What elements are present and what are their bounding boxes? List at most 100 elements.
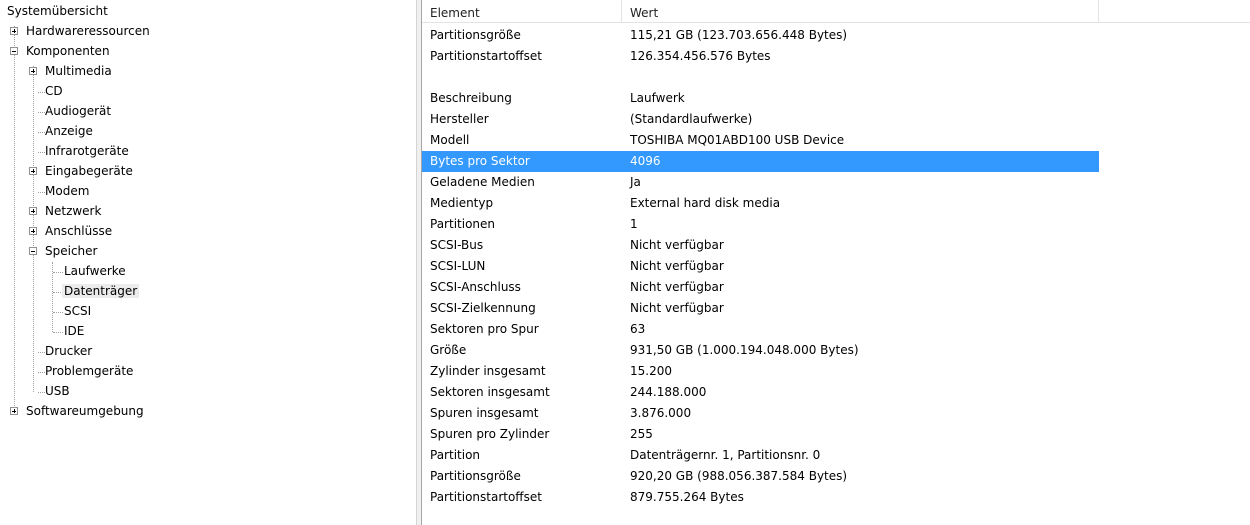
- list-row[interactable]: Partitionen 1: [422, 214, 1099, 235]
- category-tree[interactable]: Systemübersicht Hardwareressourcen Kompo…: [0, 0, 416, 525]
- tree-item-label: Speicher: [45, 244, 98, 258]
- expand-icon[interactable]: [10, 27, 18, 35]
- cell-wert: Nicht verfügbar: [630, 301, 724, 315]
- expand-icon[interactable]: [29, 67, 37, 75]
- cell-wert: 879.755.264 Bytes: [630, 490, 744, 504]
- expand-icon[interactable]: [10, 407, 18, 415]
- column-header-filler: [1099, 0, 1250, 23]
- tree-item-usb[interactable]: USB: [45, 381, 70, 401]
- tree-item-label: Eingabegeräte: [45, 164, 133, 178]
- cell-wert: 255: [630, 427, 653, 441]
- tree-item-datentraeger[interactable]: Datenträger: [62, 281, 140, 301]
- list-row[interactable]: SCSI-Anschluss Nicht verfügbar: [422, 277, 1099, 298]
- list-row[interactable]: Hersteller (Standardlaufwerke): [422, 109, 1099, 130]
- tree-item-hardwareressourcen[interactable]: Hardwareressourcen: [26, 21, 150, 41]
- cell-wert: Nicht verfügbar: [630, 259, 724, 273]
- cell-element: SCSI-Bus: [430, 238, 484, 252]
- tree-item-systemuebersicht[interactable]: Systemübersicht: [7, 1, 108, 21]
- tree-connector: [38, 392, 45, 393]
- cell-element: Sektoren insgesamt: [430, 385, 550, 399]
- expand-icon[interactable]: [29, 167, 37, 175]
- list-row[interactable]: Partitionstartoffset 879.755.264 Bytes: [422, 487, 1099, 508]
- list-row[interactable]: Partitionstartoffset 126.354.456.576 Byte…: [422, 46, 1099, 67]
- tree-item-laufwerke[interactable]: Laufwerke: [64, 261, 126, 281]
- list-row[interactable]: Spuren pro Zylinder 255: [422, 424, 1099, 445]
- tree-item-speicher[interactable]: Speicher: [45, 241, 97, 261]
- list-row[interactable]: Zylinder insgesamt 15.200: [422, 361, 1099, 382]
- list-row[interactable]: Modell TOSHIBA MQ01ABD100 USB Device: [422, 130, 1099, 151]
- collapse-icon[interactable]: [29, 247, 37, 255]
- cell-element: Partitionstartoffset: [430, 490, 542, 504]
- cell-wert: Nicht verfügbar: [630, 238, 724, 252]
- cell-element: Spuren insgesamt: [430, 406, 539, 420]
- tree-item-eingabegeraete[interactable]: Eingabegeräte: [45, 161, 133, 181]
- list-row-empty[interactable]: [422, 67, 1099, 88]
- tree-item-drucker[interactable]: Drucker: [45, 341, 92, 361]
- list-row[interactable]: Partitionsgröße 920,20 GB (988.056.387.58…: [422, 466, 1099, 487]
- tree-item-anschluesse[interactable]: Anschlüsse: [45, 221, 112, 241]
- cell-wert: 126.354.456.576 Bytes: [630, 49, 771, 63]
- cell-wert: 115,21 GB (123.703.656.448 Bytes): [630, 28, 848, 42]
- tree-item-multimedia[interactable]: Multimedia: [45, 61, 112, 81]
- tree-item-problemgeraete[interactable]: Problemgeräte: [45, 361, 133, 381]
- cell-element: Partitionsgröße: [430, 469, 521, 483]
- list-row[interactable]: SCSI-LUN Nicht verfügbar: [422, 256, 1099, 277]
- list-row[interactable]: Sektoren pro Spur 63: [422, 319, 1099, 340]
- cell-wert: 63: [630, 322, 646, 336]
- cell-wert: Laufwerk: [630, 91, 685, 105]
- tree-item-label: Hardwareressourcen: [26, 24, 150, 38]
- tree-item-label: Komponenten: [26, 44, 110, 58]
- tree-item-infrarotgeraete[interactable]: Infrarotgeräte: [45, 141, 129, 161]
- list-row[interactable]: Beschreibung Laufwerk: [422, 88, 1099, 109]
- tree-item-softwareumgebung[interactable]: Softwareumgebung: [26, 401, 144, 421]
- cell-wert: 15.200: [630, 364, 672, 378]
- column-header-element[interactable]: Element: [422, 0, 622, 23]
- expand-icon[interactable]: [29, 227, 37, 235]
- cell-wert: 244.188.000: [630, 385, 707, 399]
- list-row[interactable]: Partitionsgröße 115,21 GB (123.703.656.44…: [422, 25, 1099, 46]
- tree-item-anzeige[interactable]: Anzeige: [45, 121, 93, 141]
- list-row-selected[interactable]: Bytes pro Sektor 4096: [422, 151, 1099, 172]
- tree-item-netzwerk[interactable]: Netzwerk: [45, 201, 101, 221]
- list-row[interactable]: Größe 931,50 GB (1.000.194.048.000 Bytes): [422, 340, 1099, 361]
- details-list[interactable]: Element Wert Partitionsgröße 115,21 GB (1…: [422, 0, 1250, 525]
- tree-item-komponenten[interactable]: Komponenten: [26, 41, 110, 61]
- cell-wert: External hard disk media: [630, 196, 781, 210]
- tree-item-scsi[interactable]: SCSI: [64, 301, 91, 321]
- tree-item-audiogeraet[interactable]: Audiogerät: [45, 101, 111, 121]
- list-row[interactable]: Spuren insgesamt 3.876.000: [422, 403, 1099, 424]
- list-row[interactable]: Geladene Medien Ja: [422, 172, 1099, 193]
- tree-item-label: IDE: [64, 324, 85, 338]
- tree-connector: [14, 26, 15, 412]
- tree-item-label: Problemgeräte: [45, 364, 134, 378]
- tree-connector: [38, 152, 45, 153]
- tree-item-cd[interactable]: CD: [45, 81, 63, 101]
- column-header-wert[interactable]: Wert: [622, 0, 1099, 23]
- cell-wert: 3.876.000: [630, 406, 692, 420]
- list-row[interactable]: Partition Datenträgernr. 1, Partitionsnr.…: [422, 445, 1099, 466]
- list-row[interactable]: Medientyp External hard disk media: [422, 193, 1099, 214]
- tree-item-modem[interactable]: Modem: [45, 181, 89, 201]
- list-row[interactable]: SCSI-Bus Nicht verfügbar: [422, 235, 1099, 256]
- tree-item-label: USB: [45, 384, 70, 398]
- tree-item-label: Systemübersicht: [7, 4, 108, 18]
- tree-connector: [38, 352, 45, 353]
- list-row[interactable]: Sektoren insgesamt 244.188.000: [422, 382, 1099, 403]
- tree-item-label: CD: [45, 84, 63, 98]
- tree-item-label: Datenträger: [62, 284, 140, 298]
- tree-connector: [38, 372, 45, 373]
- cell-element: Hersteller: [430, 112, 489, 126]
- list-header: Element Wert: [422, 0, 1250, 24]
- expand-icon[interactable]: [29, 207, 37, 215]
- collapse-icon[interactable]: [10, 47, 18, 55]
- tree-connector: [38, 92, 45, 93]
- tree-connector: [53, 312, 63, 313]
- cell-wert: TOSHIBA MQ01ABD100 USB Device: [630, 133, 845, 147]
- tree-item-ide[interactable]: IDE: [64, 321, 84, 341]
- list-row[interactable]: SCSI-Zielkennung Nicht verfügbar: [422, 298, 1099, 319]
- tree-connector: [53, 272, 63, 273]
- cell-element: Sektoren pro Spur: [430, 322, 539, 336]
- cell-wert: Nicht verfügbar: [630, 280, 724, 294]
- tree-connector: [38, 132, 45, 133]
- tree-item-label: Netzwerk: [45, 204, 102, 218]
